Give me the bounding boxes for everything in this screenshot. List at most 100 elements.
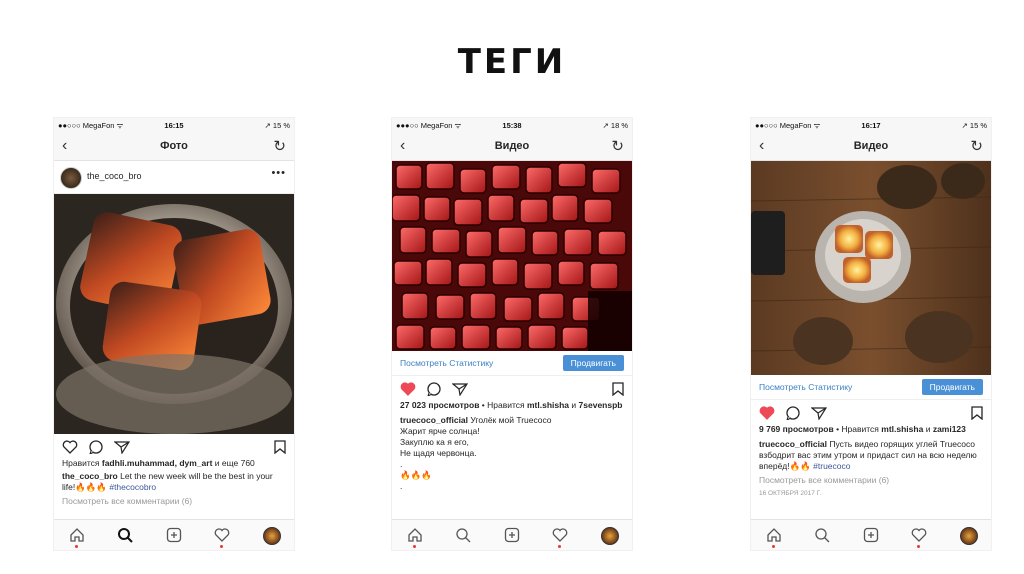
notification-dot bbox=[917, 545, 920, 548]
view-insights-link[interactable]: Посмотреть Статистику bbox=[759, 382, 852, 392]
views-line: 9 769 просмотров • Нравится mtl.shisha и… bbox=[751, 424, 991, 435]
slide-title: ТЕГИ bbox=[457, 42, 567, 82]
home-icon[interactable] bbox=[766, 527, 782, 543]
bookmark-icon[interactable] bbox=[971, 406, 983, 420]
search-icon[interactable] bbox=[117, 527, 133, 543]
post-date: 16 ОКТЯБРЯ 2017 Г. bbox=[759, 490, 822, 497]
caption: the_coco_bro Let the new week will be th… bbox=[54, 471, 294, 493]
notification-dot bbox=[413, 545, 416, 548]
battery: ↗ 15 % bbox=[961, 121, 987, 130]
coals-image bbox=[392, 161, 632, 351]
likes-users[interactable]: fadhli.muhammad, dym_art bbox=[102, 458, 213, 468]
notification-dot bbox=[772, 545, 775, 548]
comment-icon[interactable] bbox=[88, 440, 104, 454]
tab-bar bbox=[392, 519, 632, 550]
comment-icon[interactable] bbox=[426, 382, 442, 396]
liked-and: и bbox=[923, 424, 933, 434]
caption: truecoco_official Пусть видео горящих уг… bbox=[751, 439, 991, 472]
liked-by-user-2[interactable]: zami123 bbox=[933, 424, 966, 434]
caption-hashtag[interactable]: #thecocobro bbox=[109, 482, 156, 492]
search-icon[interactable] bbox=[814, 527, 830, 543]
post-actions bbox=[392, 376, 632, 400]
nav-title: Фото bbox=[160, 140, 188, 152]
likes-line: Нравится fadhli.muhammad, dym_art и еще … bbox=[54, 458, 294, 469]
liked-by-label: • Нравится bbox=[833, 424, 882, 434]
share-icon[interactable] bbox=[811, 406, 827, 420]
bookmark-icon[interactable] bbox=[274, 440, 286, 454]
notification-dot bbox=[220, 545, 223, 548]
caption-username[interactable]: truecoco_official bbox=[400, 415, 468, 425]
views-count[interactable]: 9 769 просмотров bbox=[759, 424, 834, 434]
battery: ↗ 18 % bbox=[602, 121, 628, 130]
post-photo[interactable] bbox=[54, 194, 294, 434]
more-options-icon[interactable]: ••• bbox=[271, 167, 286, 179]
post-video[interactable] bbox=[392, 161, 632, 351]
heart-icon[interactable] bbox=[214, 527, 230, 543]
caption-hashtag[interactable]: #truecoco bbox=[813, 461, 850, 471]
share-icon[interactable] bbox=[114, 440, 130, 454]
bowl-on-table-image bbox=[751, 161, 991, 375]
notification-dot bbox=[75, 545, 78, 548]
liked-by-user[interactable]: mtl.shisha bbox=[527, 400, 569, 410]
profile-avatar[interactable] bbox=[960, 527, 978, 545]
nav-title: Видео bbox=[853, 140, 889, 152]
promo-bar: Посмотреть Статистику Продвигать bbox=[392, 351, 632, 376]
liked-by-user-2[interactable]: 7sevenspb bbox=[579, 400, 623, 410]
caption-line: 🔥🔥🔥 bbox=[400, 470, 432, 480]
caption-line: Жарит ярче солнца! bbox=[400, 426, 480, 436]
nav-bar: ‹ Видео ↻ bbox=[751, 132, 991, 161]
search-icon[interactable] bbox=[455, 527, 471, 543]
status-bar: ●●○○○ MegaFon ᯤ 16:17 ↗ 15 % bbox=[751, 118, 991, 132]
status-bar: ●●○○○ MegaFon ᯤ 16:15 ↗ 15 % bbox=[54, 118, 294, 132]
profile-avatar[interactable] bbox=[263, 527, 281, 545]
home-icon[interactable] bbox=[407, 527, 423, 543]
caption-line: . bbox=[400, 459, 403, 469]
view-insights-link[interactable]: Посмотреть Статистику bbox=[400, 358, 493, 368]
post-username[interactable]: the_coco_bro bbox=[87, 171, 142, 181]
view-comments-link[interactable]: Посмотреть все комментарии (6) bbox=[751, 475, 991, 486]
heart-icon[interactable] bbox=[552, 527, 568, 543]
nav-bar: ‹ Фото ↻ bbox=[54, 132, 294, 161]
liked-by-label: • Нравится bbox=[479, 400, 527, 410]
caption: truecoco_official Уголёк мой Truecoco Жа… bbox=[392, 415, 632, 492]
view-comments-link[interactable]: Посмотреть все комментарии (6) bbox=[54, 496, 294, 507]
like-icon[interactable] bbox=[62, 440, 78, 454]
caption-username[interactable]: truecoco_official bbox=[759, 439, 827, 449]
clock: 16:15 bbox=[164, 121, 184, 130]
add-icon[interactable] bbox=[166, 527, 182, 543]
views-count[interactable]: 27 023 просмотров bbox=[400, 400, 479, 410]
add-icon[interactable] bbox=[863, 527, 879, 543]
tab-bar bbox=[751, 519, 991, 550]
avatar[interactable] bbox=[60, 167, 82, 189]
caption-username[interactable]: the_coco_bro bbox=[62, 471, 118, 481]
promote-button[interactable]: Продвигать bbox=[562, 355, 624, 371]
phone-video-post-2: ●●○○○ MegaFon ᯤ 16:17 ↗ 15 % ‹ Видео ↻ П… bbox=[751, 118, 991, 550]
caption-line: Уголёк мой Truecoco bbox=[468, 415, 552, 425]
profile-avatar[interactable] bbox=[601, 527, 619, 545]
status-bar: ●●●○○ MegaFon ᯤ 15:38 ↗ 18 % bbox=[392, 118, 632, 132]
liked-by-user[interactable]: mtl.shisha bbox=[881, 424, 923, 434]
liked-heart-icon[interactable] bbox=[759, 406, 775, 420]
refresh-icon[interactable]: ↻ bbox=[970, 137, 983, 155]
phone-video-post-1: ●●●○○ MegaFon ᯤ 15:38 ↗ 18 % ‹ Видео ↻ П… bbox=[392, 118, 632, 550]
share-icon[interactable] bbox=[452, 382, 468, 396]
caption-line: . bbox=[400, 481, 403, 491]
refresh-icon[interactable]: ↻ bbox=[273, 137, 286, 155]
likes-count[interactable]: и еще 760 bbox=[212, 458, 255, 468]
promo-bar: Посмотреть Статистику Продвигать bbox=[751, 375, 991, 400]
comment-icon[interactable] bbox=[785, 406, 801, 420]
heart-icon[interactable] bbox=[911, 527, 927, 543]
battery: ↗ 15 % bbox=[264, 121, 290, 130]
home-icon[interactable] bbox=[69, 527, 85, 543]
clock: 15:38 bbox=[502, 121, 522, 130]
add-icon[interactable] bbox=[504, 527, 520, 543]
likes-prefix: Нравится bbox=[62, 458, 102, 468]
liked-heart-icon[interactable] bbox=[400, 382, 416, 396]
post-video[interactable] bbox=[751, 161, 991, 375]
refresh-icon[interactable]: ↻ bbox=[611, 137, 624, 155]
promote-button[interactable]: Продвигать bbox=[921, 379, 983, 395]
bookmark-icon[interactable] bbox=[612, 382, 624, 396]
tab-bar bbox=[54, 519, 294, 550]
views-line: 27 023 просмотров • Нравится mtl.shisha … bbox=[392, 400, 632, 411]
liked-and: и bbox=[569, 400, 579, 410]
